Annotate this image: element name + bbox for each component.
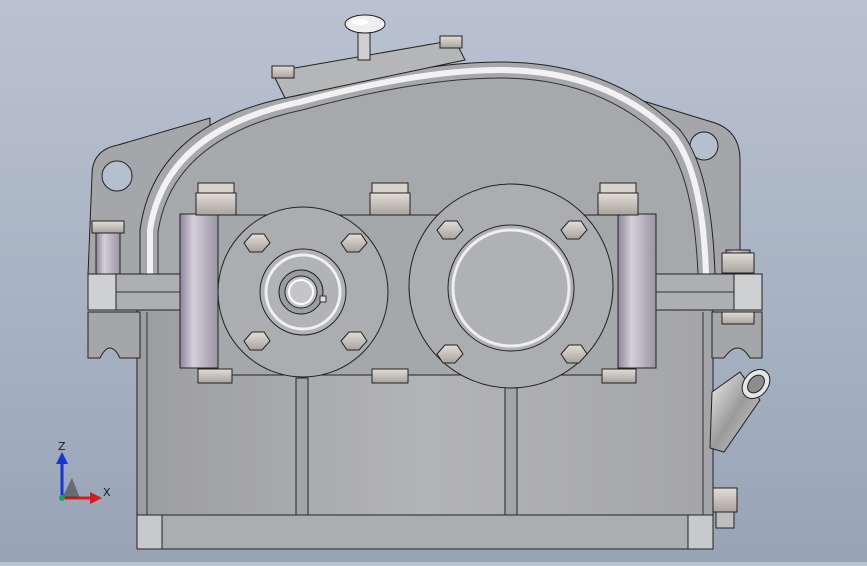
x-axis-label: X [103, 486, 111, 499]
plate-bolt-right [439, 35, 463, 49]
origin-dot [59, 495, 65, 501]
base-plate [136, 514, 714, 550]
axis-triad: Z X [40, 432, 120, 512]
vent-stem [357, 31, 371, 61]
z-axis-label: Z [58, 440, 66, 453]
flange-right-end [733, 273, 763, 311]
left-lug-hole [101, 160, 133, 192]
oil-gauge[interactable] [709, 364, 775, 453]
lower-left-lug [87, 311, 141, 359]
base-plate-left-end [136, 514, 163, 550]
rib-right [504, 377, 518, 516]
gearbox-model[interactable] [0, 0, 867, 562]
left-stud [95, 229, 121, 275]
base-plate-right-end [687, 514, 714, 550]
x-arrow-icon [90, 492, 102, 504]
triad-origin [62, 478, 80, 498]
bearing-block-right [617, 213, 657, 369]
plate-bolt-left [271, 65, 295, 79]
input-bearing-cover[interactable] [217, 206, 389, 378]
cad-viewport[interactable] [0, 0, 867, 562]
flange-left-end [87, 273, 117, 311]
bearing-block-left [179, 213, 219, 369]
rib-left [295, 377, 309, 516]
z-arrow-icon [56, 452, 68, 464]
drain-plug[interactable] [712, 487, 738, 529]
